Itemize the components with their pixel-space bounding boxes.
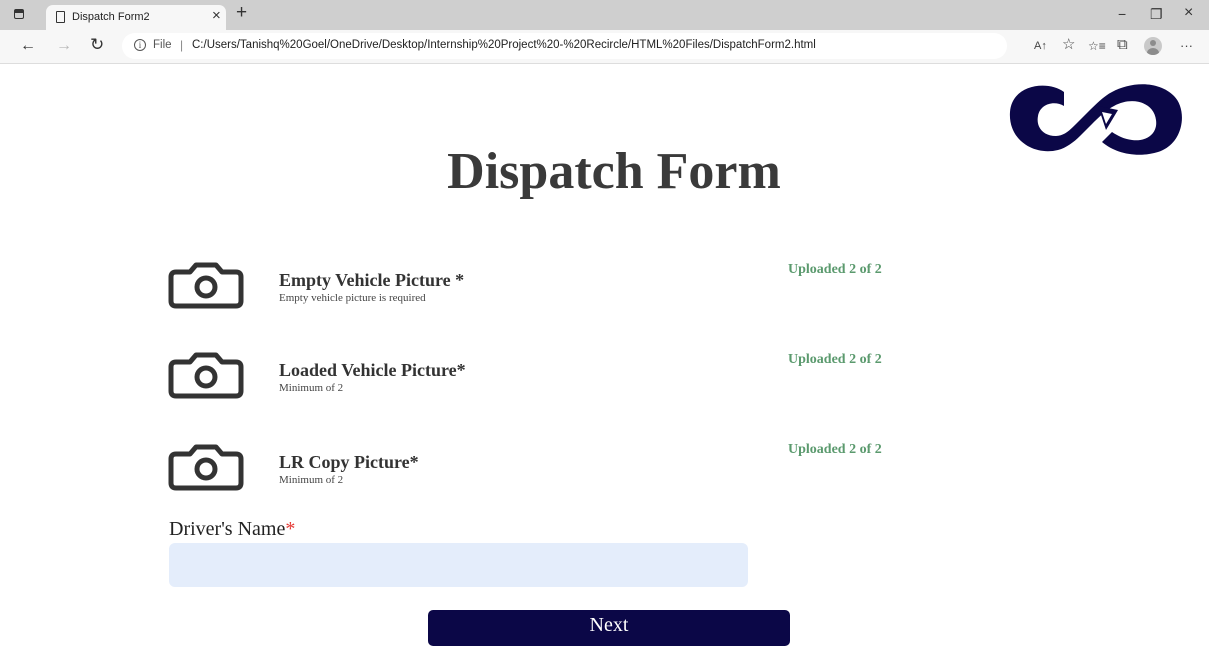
tab-title: Dispatch Form2 [72, 11, 150, 23]
forward-button[interactable]: → [56, 37, 72, 55]
camera-icon[interactable] [168, 262, 244, 310]
upload-row-subtitle: Minimum of 2 [279, 474, 344, 486]
upload-row-subtitle: Minimum of 2 [279, 382, 344, 394]
page-icon [56, 11, 65, 23]
driver-name-input[interactable] [169, 543, 748, 587]
upload-row-title: Loaded Vehicle Picture* [279, 360, 466, 380]
collections-icon[interactable]: ⧉ [1117, 37, 1128, 53]
tab-close-icon[interactable]: × [212, 8, 221, 24]
back-button[interactable]: ← [20, 37, 36, 55]
upload-row-subtitle: Empty vehicle picture is required [279, 292, 426, 304]
upload-row-title: LR Copy Picture* [279, 452, 419, 472]
url-separator: | [180, 38, 184, 52]
driver-name-label-text: Driver's Name [169, 518, 286, 540]
upload-status: Uploaded 2 of 2 [788, 262, 882, 277]
page-title: Dispatch Form [447, 143, 781, 200]
profile-icon[interactable] [1144, 37, 1162, 55]
url-scheme: File [153, 39, 172, 51]
close-window-button[interactable]: × [1184, 5, 1193, 21]
address-bar-row: ← → ↻ i File | C:/Users/Tanishq%20Goel/O… [0, 30, 1209, 64]
add-favorite-icon[interactable]: ☆ [1062, 37, 1075, 53]
address-bar[interactable]: i File | C:/Users/Tanishq%20Goel/OneDriv… [122, 33, 1007, 59]
upload-row-empty-vehicle[interactable]: Empty Vehicle Picture * Empty vehicle pi… [168, 262, 898, 322]
reload-button[interactable]: ↻ [90, 36, 104, 54]
upload-row-loaded-vehicle[interactable]: Loaded Vehicle Picture* Minimum of 2 Upl… [168, 352, 898, 412]
camera-icon[interactable] [168, 352, 244, 400]
url-text[interactable]: C:/Users/Tanishq%20Goel/OneDrive/Desktop… [192, 39, 816, 51]
restore-button[interactable]: ❐ [1150, 6, 1163, 22]
upload-row-lr-copy[interactable]: LR Copy Picture* Minimum of 2 Uploaded 2… [168, 442, 898, 504]
next-button[interactable]: Next [428, 610, 790, 646]
favorites-icon[interactable]: ☆≡ [1088, 38, 1106, 54]
driver-name-label: Driver's Name* [169, 518, 295, 541]
minimize-button[interactable]: − [1118, 6, 1126, 22]
tab-actions-icon[interactable] [14, 9, 24, 19]
upload-status: Uploaded 2 of 2 [788, 442, 882, 457]
browser-tab-bar: Dispatch Form2 × + − ❐ × [0, 0, 1209, 30]
read-aloud-icon[interactable]: A↑ [1034, 38, 1047, 54]
upload-row-title: Empty Vehicle Picture * [279, 270, 465, 290]
more-icon[interactable]: ··· [1180, 38, 1193, 54]
info-icon[interactable]: i [134, 39, 146, 51]
upload-status: Uploaded 2 of 2 [788, 352, 882, 367]
browser-tab[interactable]: Dispatch Form2 × [46, 5, 226, 30]
required-star: * [285, 518, 296, 540]
camera-icon[interactable] [168, 444, 244, 492]
new-tab-button[interactable]: + [236, 3, 247, 23]
